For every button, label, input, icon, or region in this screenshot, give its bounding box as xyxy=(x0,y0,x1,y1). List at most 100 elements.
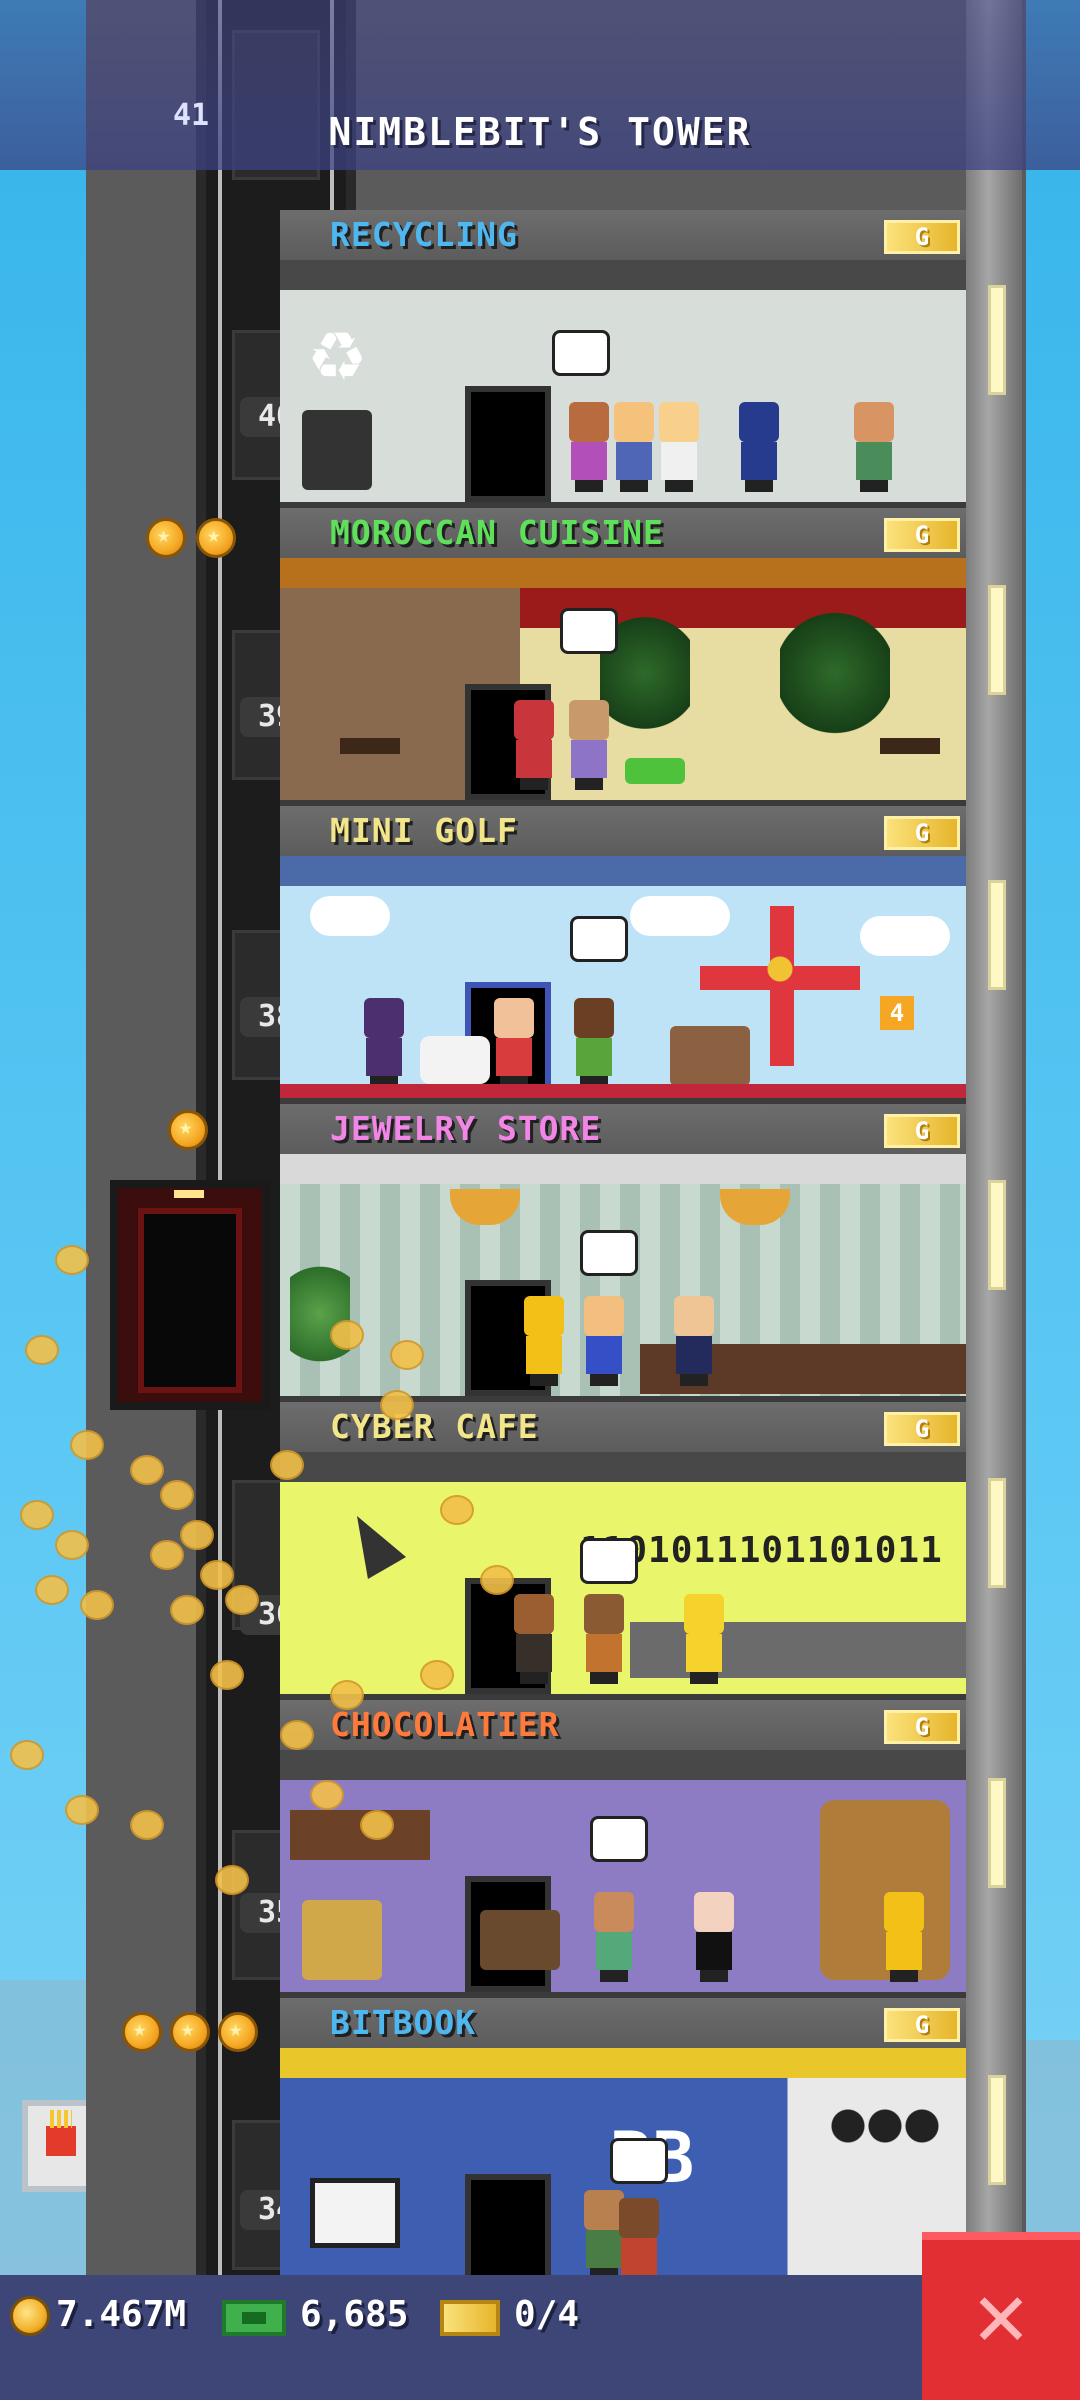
falling-coin-icon xyxy=(390,1340,424,1370)
bitizen[interactable] xyxy=(610,402,658,492)
gold-badge[interactable]: G xyxy=(884,1114,960,1148)
speech-bubble-icon[interactable] xyxy=(570,916,628,962)
chandelier-icon xyxy=(450,1189,520,1225)
floor-name: BITBOOK xyxy=(330,2003,477,2042)
clock-icon xyxy=(830,2108,940,2144)
window-light xyxy=(988,1778,1006,1888)
elevator-car[interactable] xyxy=(110,1180,270,1410)
gold-badge[interactable]: G xyxy=(884,2008,960,2042)
computer-monitor-icon xyxy=(310,2178,400,2248)
falling-coin-icon xyxy=(55,1245,89,1275)
falling-coin-icon xyxy=(440,1495,474,1525)
falling-coin-icon xyxy=(80,1590,114,1620)
waiting-coin-icon[interactable] xyxy=(170,2012,210,2052)
speech-bubble-icon[interactable] xyxy=(552,330,610,376)
bitizen[interactable] xyxy=(565,700,613,790)
floor-mini-golf[interactable]: MINI GOLF G 4 xyxy=(280,806,966,1104)
bitizen[interactable] xyxy=(490,998,538,1088)
room-interior: 4 xyxy=(280,886,966,1098)
room-interior xyxy=(280,588,966,800)
bitizen[interactable] xyxy=(670,1296,718,1386)
coin-icon xyxy=(10,2296,50,2336)
floor-name: JEWELRY STORE xyxy=(330,1109,602,1148)
elevator-door xyxy=(138,1208,242,1393)
bitizen[interactable] xyxy=(360,998,408,1088)
room-interior xyxy=(280,1184,966,1396)
falling-coin-icon xyxy=(210,1660,244,1690)
falling-coin-icon xyxy=(330,1680,364,1710)
trash-bin xyxy=(302,410,372,490)
polar-bear-icon xyxy=(420,1036,490,1084)
floor-bitbook[interactable]: BITBOOK G BB xyxy=(280,1998,966,2296)
falling-coin-icon xyxy=(65,1795,99,1825)
speech-bubble-icon[interactable] xyxy=(560,608,618,654)
deer-icon xyxy=(670,1026,750,1086)
gold-badge[interactable]: G xyxy=(884,816,960,850)
waiting-coin-icon[interactable] xyxy=(122,2012,162,2052)
waiting-coin-icon[interactable] xyxy=(146,518,186,558)
elevator-light xyxy=(174,1190,204,1198)
bitizen[interactable] xyxy=(735,402,783,492)
falling-coin-icon xyxy=(130,1455,164,1485)
bitizen[interactable] xyxy=(655,402,703,492)
bitizen[interactable] xyxy=(565,402,613,492)
bitizen[interactable] xyxy=(570,998,618,1088)
floor-header: RECYCLING G xyxy=(280,210,966,260)
floor-name: CHOCOLATIER xyxy=(330,1705,560,1744)
waiting-coin-icon[interactable] xyxy=(218,2012,258,2052)
falling-coin-icon xyxy=(225,1585,259,1615)
golf-green xyxy=(280,1084,966,1098)
room-interior: ♻ xyxy=(280,290,966,502)
golf-hole-flag: 4 xyxy=(880,996,914,1030)
floor-name: MOROCCAN CUISINE xyxy=(330,513,664,552)
room-interior: 1101011101101011 xyxy=(280,1482,966,1694)
falling-coin-icon xyxy=(420,1660,454,1690)
ceiling xyxy=(280,260,966,290)
floor-jewelry-store[interactable]: JEWELRY STORE G xyxy=(280,1104,966,1402)
bux-icon xyxy=(222,2300,286,2336)
bitizen[interactable] xyxy=(580,1594,628,1684)
room-interior: BB xyxy=(280,2078,966,2290)
plant-icon xyxy=(290,1254,350,1374)
recycle-symbol-icon: ♻ xyxy=(310,297,365,402)
bitizen[interactable] xyxy=(520,1296,568,1386)
floor-moroccan-cuisine[interactable]: MOROCCAN CUISINE G xyxy=(280,508,966,806)
bitizen[interactable] xyxy=(690,1892,738,1982)
falling-coin-icon xyxy=(160,1480,194,1510)
gold-badge[interactable]: G xyxy=(884,220,960,254)
floor-cyber-cafe[interactable]: CYBER CAFE G 1101011101101011 xyxy=(280,1402,966,1700)
bitizen[interactable] xyxy=(880,1892,928,1982)
bitizen[interactable] xyxy=(580,1296,628,1386)
floor-chocolatier[interactable]: CHOCOLATIER G xyxy=(280,1700,966,1998)
floor-door xyxy=(465,386,551,502)
speech-bubble-icon[interactable] xyxy=(580,1538,638,1584)
gold-badge[interactable]: G xyxy=(884,1412,960,1446)
floor-door xyxy=(465,2174,551,2290)
floor-header: JEWELRY STORE G xyxy=(280,1104,966,1154)
bitizen[interactable] xyxy=(590,1892,638,1982)
ceiling xyxy=(280,856,966,886)
falling-coin-icon xyxy=(380,1390,414,1420)
bitizen[interactable] xyxy=(850,402,898,492)
lizard-pet-icon xyxy=(625,758,685,784)
tower-name[interactable]: NIMBLEBIT'S TOWER xyxy=(0,110,1080,154)
cursor-icon xyxy=(337,1505,407,1579)
gold-badge[interactable]: G xyxy=(884,518,960,552)
speech-bubble-icon[interactable] xyxy=(580,1230,638,1276)
falling-coin-icon xyxy=(170,1595,204,1625)
ceiling xyxy=(280,1154,966,1184)
speech-bubble-icon[interactable] xyxy=(590,1816,648,1862)
floor-name: CYBER CAFE xyxy=(330,1407,539,1446)
coins-count: 7.467M xyxy=(56,2294,187,2335)
falling-coin-icon xyxy=(130,1810,164,1840)
ceiling xyxy=(280,558,966,588)
bitizen[interactable] xyxy=(680,1594,728,1684)
window-light xyxy=(988,285,1006,395)
bitizen[interactable] xyxy=(510,700,558,790)
gold-badge[interactable]: G xyxy=(884,1710,960,1744)
floor-recycling[interactable]: RECYCLING G ♻ xyxy=(280,210,966,508)
bitizen[interactable] xyxy=(510,1594,558,1684)
waiting-coin-icon[interactable] xyxy=(196,518,236,558)
close-button[interactable]: ✕ xyxy=(922,2232,1080,2400)
speech-bubble-icon[interactable] xyxy=(610,2138,668,2184)
